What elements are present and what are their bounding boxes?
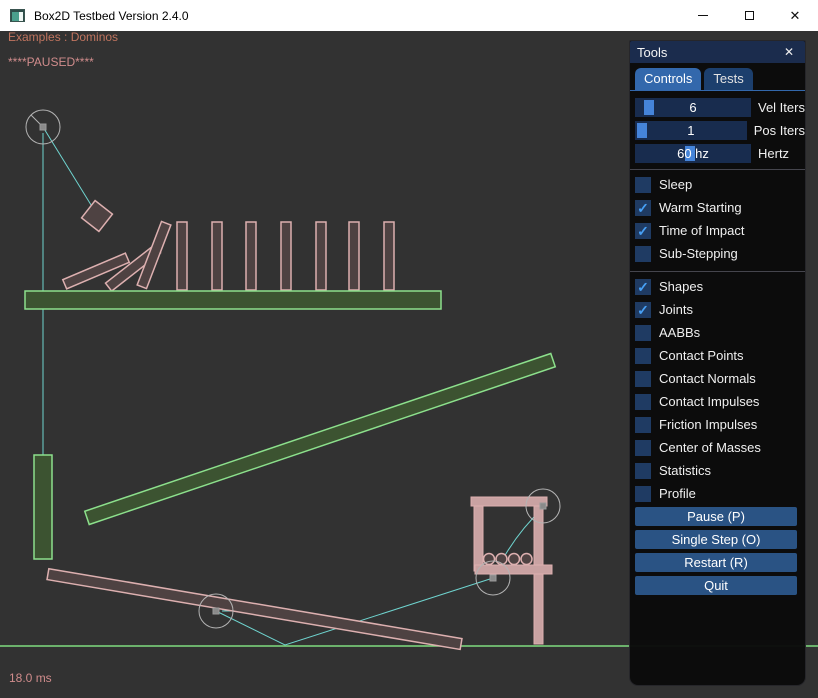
checkbox[interactable]: ✓ xyxy=(635,325,651,341)
checkbox[interactable]: ✓ xyxy=(635,417,651,433)
checkbox-label: Sub-Stepping xyxy=(659,246,738,261)
action-buttons: Pause (P) Single Step (O) Restart (R) Qu… xyxy=(630,505,805,595)
window-title: Box2D Testbed Version 2.4.0 xyxy=(34,9,189,23)
checkmark-icon: ✓ xyxy=(637,303,649,317)
checkmark-icon: ✓ xyxy=(637,224,649,238)
checkbox-row[interactable]: ✓ Sleep xyxy=(635,173,805,196)
green-column xyxy=(34,455,52,559)
checkbox-row[interactable]: ✓ Sub-Stepping xyxy=(635,242,805,265)
checkbox-row[interactable]: ✓ Joints xyxy=(635,298,805,321)
checkbox[interactable]: ✓ xyxy=(635,486,651,502)
tab-bar: Controls Tests xyxy=(630,68,805,91)
close-icon: ✕ xyxy=(790,8,801,24)
tools-panel-title: Tools xyxy=(637,45,667,60)
slider[interactable]: 1 xyxy=(635,121,747,140)
seesaw-plank xyxy=(47,569,462,650)
slider-value: 6 xyxy=(635,98,751,117)
slider-label: Hertz xyxy=(758,146,789,161)
checkbox[interactable]: ✓ xyxy=(635,246,651,262)
checkmark-icon: ✓ xyxy=(637,201,649,215)
checkbox-row[interactable]: ✓ Contact Impulses xyxy=(635,390,805,413)
checkbox-row[interactable]: ✓ Contact Points xyxy=(635,344,805,367)
slider-label: Vel Iters xyxy=(758,100,805,115)
tab-tests[interactable]: Tests xyxy=(704,68,752,90)
fallen-dominoes xyxy=(63,221,171,291)
slider-label: Pos Iters xyxy=(754,123,805,138)
checkbox-row[interactable]: ✓ Shapes xyxy=(635,275,805,298)
frame-time-label: 18.0 ms xyxy=(9,671,52,685)
checkbox-row[interactable]: ✓ Center of Masses xyxy=(635,436,805,459)
close-button[interactable]: ✕ xyxy=(772,0,818,31)
draw-checkboxes: ✓ Shapes ✓ Joints ✓ AABBs ✓ Contact Poin… xyxy=(630,275,805,505)
pendulum-box xyxy=(82,201,113,232)
example-title-label: Examples : Dominos xyxy=(8,30,118,44)
tools-panel-titlebar[interactable]: Tools ✕ xyxy=(630,41,805,63)
slider-value: 1 xyxy=(635,121,747,140)
checkbox-label: Contact Impulses xyxy=(659,394,759,409)
panel-button[interactable]: Restart (R) xyxy=(635,553,797,572)
checkbox[interactable]: ✓ xyxy=(635,440,651,456)
separator xyxy=(630,271,805,272)
checkbox-label: Shapes xyxy=(659,279,703,294)
checkmark-icon: ✓ xyxy=(637,280,649,294)
checkbox-label: Warm Starting xyxy=(659,200,742,215)
standing-dominoes xyxy=(177,222,394,290)
slider[interactable]: 60 hz xyxy=(635,144,751,163)
checkbox[interactable]: ✓ xyxy=(635,463,651,479)
checkbox-label: Time of Impact xyxy=(659,223,744,238)
minimize-icon xyxy=(698,15,708,16)
slider-row: 60 hz Hertz xyxy=(635,144,805,163)
checkbox-row[interactable]: ✓ Warm Starting xyxy=(635,196,805,219)
checkbox-row[interactable]: ✓ Profile xyxy=(635,482,805,505)
tab-controls[interactable]: Controls xyxy=(635,68,701,90)
window-titlebar: Box2D Testbed Version 2.4.0 ✕ xyxy=(0,0,818,31)
maximize-button[interactable] xyxy=(726,0,772,31)
checkbox-label: Contact Points xyxy=(659,348,744,363)
shelf-balls xyxy=(484,554,533,565)
checkbox-label: AABBs xyxy=(659,325,700,340)
separator xyxy=(630,169,805,170)
checkbox[interactable]: ✓ xyxy=(635,371,651,387)
checkbox-label: Joints xyxy=(659,302,693,317)
checkbox-label: Sleep xyxy=(659,177,692,192)
slider[interactable]: 6 xyxy=(635,98,751,117)
platform-shelf xyxy=(25,291,441,309)
checkbox-row[interactable]: ✓ Contact Normals xyxy=(635,367,805,390)
checkbox-label: Statistics xyxy=(659,463,711,478)
checkbox-row[interactable]: ✓ Time of Impact xyxy=(635,219,805,242)
minimize-button[interactable] xyxy=(680,0,726,31)
checkbox[interactable]: ✓ xyxy=(635,177,651,193)
tools-panel-close-button[interactable]: ✕ xyxy=(780,43,798,61)
app-icon[interactable] xyxy=(10,9,25,22)
panel-button[interactable]: Quit xyxy=(635,576,797,595)
checkbox[interactable]: ✓ xyxy=(635,279,651,295)
checkbox-label: Contact Normals xyxy=(659,371,756,386)
checkbox[interactable]: ✓ xyxy=(635,200,651,216)
checkbox-row[interactable]: ✓ Statistics xyxy=(635,459,805,482)
slider-group: 6 Vel Iters 1 Pos Iters 60 hz Hertz xyxy=(630,91,805,163)
panel-button[interactable]: Single Step (O) xyxy=(635,530,797,549)
checkbox-label: Friction Impulses xyxy=(659,417,757,432)
checkbox[interactable]: ✓ xyxy=(635,394,651,410)
panel-button[interactable]: Pause (P) xyxy=(635,507,797,526)
checkbox-label: Profile xyxy=(659,486,696,501)
slider-row: 6 Vel Iters xyxy=(635,98,805,117)
checkbox-label: Center of Masses xyxy=(659,440,761,455)
checkbox[interactable]: ✓ xyxy=(635,223,651,239)
checkbox[interactable]: ✓ xyxy=(635,348,651,364)
tools-panel: Tools ✕ Controls Tests 6 Vel Iters 1 Pos… xyxy=(629,40,806,686)
slider-value: 60 hz xyxy=(635,144,751,163)
frame-structure xyxy=(471,497,552,644)
checkbox[interactable]: ✓ xyxy=(635,302,651,318)
solver-checkboxes: ✓ Sleep ✓ Warm Starting ✓ Time of Impact… xyxy=(630,173,805,265)
checkbox-row[interactable]: ✓ Friction Impulses xyxy=(635,413,805,436)
slider-row: 1 Pos Iters xyxy=(635,121,805,140)
maximize-icon xyxy=(745,11,754,20)
checkbox-row[interactable]: ✓ AABBs xyxy=(635,321,805,344)
paused-status-label: ****PAUSED**** xyxy=(8,55,94,69)
